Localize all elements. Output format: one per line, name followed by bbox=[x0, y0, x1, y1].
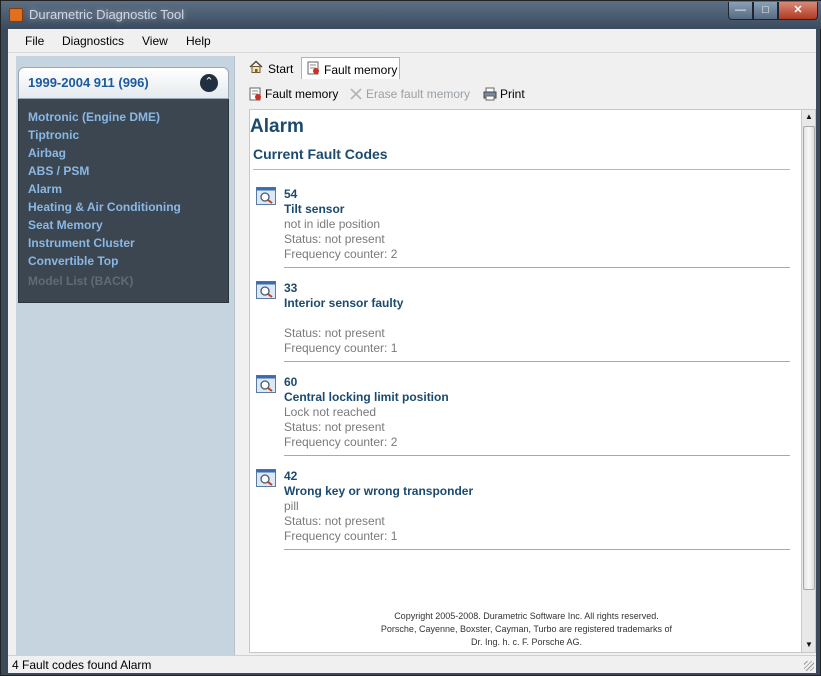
scrollbar-thumb[interactable] bbox=[803, 126, 815, 590]
fault-frequency: Frequency counter: 1 bbox=[284, 529, 398, 543]
magnifier-icon[interactable] bbox=[256, 187, 276, 205]
fault-frequency: Frequency counter: 2 bbox=[284, 435, 398, 449]
module-heating-ac[interactable]: Heating & Air Conditioning bbox=[28, 200, 181, 214]
fault-frequency: Frequency counter: 2 bbox=[284, 247, 398, 261]
print-button-label: Print bbox=[500, 87, 525, 101]
menu-help[interactable]: Help bbox=[186, 34, 211, 48]
fault-entry: 42 Wrong key or wrong transponder pill S… bbox=[253, 467, 790, 561]
module-airbag[interactable]: Airbag bbox=[28, 146, 66, 160]
module-seat-memory[interactable]: Seat Memory bbox=[28, 218, 103, 232]
maximize-button[interactable]: □ bbox=[753, 2, 778, 20]
fault-divider bbox=[284, 549, 790, 550]
fault-frequency: Frequency counter: 1 bbox=[284, 341, 398, 355]
app-icon bbox=[9, 8, 23, 22]
fault-code: 60 bbox=[284, 375, 298, 389]
fault-code: 42 bbox=[284, 469, 298, 483]
scroll-down-arrow-icon[interactable]: ▼ bbox=[802, 638, 816, 652]
fault-memory-button[interactable]: Fault memory bbox=[248, 87, 338, 101]
fault-status: Status: not present bbox=[284, 514, 385, 528]
vertical-scrollbar[interactable]: ▲ ▼ bbox=[802, 109, 816, 653]
module-list: Motronic (Engine DME) Tiptronic Airbag A… bbox=[18, 99, 229, 303]
copyright-notice: Copyright 2005-2008. Durametric Software… bbox=[250, 610, 801, 649]
erase-x-icon bbox=[350, 88, 362, 100]
fault-entry: 54 Tilt sensor not in idle position Stat… bbox=[253, 185, 790, 279]
fault-divider bbox=[284, 361, 790, 362]
printer-icon bbox=[483, 87, 497, 101]
trademark-line: Porsche, Cayenne, Boxster, Cayman, Turbo… bbox=[380, 624, 673, 634]
section-divider bbox=[253, 169, 790, 170]
copyright-line: Copyright 2005-2008. Durametric Software… bbox=[394, 611, 659, 621]
fault-detail: Lock not reached bbox=[284, 405, 377, 419]
module-model-list-back: Model List (BACK) bbox=[28, 274, 134, 288]
navigation-pane: 1999-2004 911 (996) ⌃ Motronic (Engine D… bbox=[16, 56, 235, 655]
resize-grip-icon[interactable] bbox=[804, 661, 814, 671]
tab-fault-memory-label: Fault memory bbox=[324, 63, 398, 77]
menu-diagnostics[interactable]: Diagnostics bbox=[62, 34, 124, 48]
magnifier-icon[interactable] bbox=[256, 469, 276, 487]
magnifier-icon[interactable] bbox=[256, 281, 276, 299]
module-motronic[interactable]: Motronic (Engine DME) bbox=[28, 110, 160, 124]
section-title: Current Fault Codes bbox=[253, 146, 388, 162]
title-bar[interactable]: Durametric Diagnostic Tool — □ ✕ bbox=[1, 1, 821, 29]
erase-fault-memory-label: Erase fault memory bbox=[366, 87, 471, 101]
menu-bar: File Diagnostics View Help bbox=[8, 29, 816, 53]
page-title: Alarm bbox=[250, 116, 304, 137]
tab-fault-memory[interactable]: Fault memory bbox=[301, 57, 400, 79]
tab-start-label: Start bbox=[268, 62, 294, 76]
window-title: Durametric Diagnostic Tool bbox=[29, 7, 185, 22]
fault-status: Status: not present bbox=[284, 326, 385, 340]
fault-memory-icon bbox=[307, 61, 319, 75]
module-instrument-cluster[interactable]: Instrument Cluster bbox=[28, 236, 135, 250]
fault-report-panel: Alarm Current Fault Codes 54 Tilt sensor… bbox=[249, 109, 802, 653]
menu-file[interactable]: File bbox=[25, 34, 44, 48]
toolbar: Fault memory Erase fault memory Print bbox=[243, 83, 816, 105]
status-bar: 4 Fault codes found Alarm bbox=[8, 655, 816, 673]
home-icon bbox=[249, 60, 263, 73]
fault-detail: pill bbox=[284, 499, 299, 513]
close-button[interactable]: ✕ bbox=[778, 2, 818, 20]
module-convertible-top[interactable]: Convertible Top bbox=[28, 254, 118, 268]
fault-code: 33 bbox=[284, 281, 298, 295]
client-area: 1999-2004 911 (996) ⌃ Motronic (Engine D… bbox=[8, 53, 816, 655]
scroll-up-arrow-icon[interactable]: ▲ bbox=[802, 110, 816, 124]
fault-divider bbox=[284, 267, 790, 268]
fault-detail: not in idle position bbox=[284, 217, 381, 231]
fault-status: Status: not present bbox=[284, 232, 385, 246]
module-alarm[interactable]: Alarm bbox=[28, 182, 62, 196]
tab-start[interactable]: Start bbox=[245, 57, 297, 79]
menu-view[interactable]: View bbox=[142, 34, 168, 48]
trademark-owner-line: Dr. Ing. h. c. F. Porsche AG. bbox=[470, 637, 583, 647]
status-text: 4 Fault codes found Alarm bbox=[12, 658, 152, 672]
module-abs-psm[interactable]: ABS / PSM bbox=[28, 164, 89, 178]
fault-entry: 60 Central locking limit position Lock n… bbox=[253, 373, 790, 467]
fault-divider bbox=[284, 455, 790, 456]
print-button[interactable]: Print bbox=[483, 87, 525, 101]
fault-memory-button-label: Fault memory bbox=[265, 87, 339, 101]
fault-name: Tilt sensor bbox=[284, 202, 345, 216]
erase-fault-memory-button[interactable]: Erase fault memory bbox=[349, 87, 470, 101]
minimize-button[interactable]: — bbox=[728, 2, 753, 20]
fault-entry: 33 Interior sensor faulty Status: not pr… bbox=[253, 279, 790, 373]
module-tiptronic[interactable]: Tiptronic bbox=[28, 128, 79, 142]
fault-memory-icon bbox=[249, 87, 261, 101]
app-window: Durametric Diagnostic Tool — □ ✕ File Di… bbox=[0, 0, 821, 676]
fault-code: 54 bbox=[284, 187, 298, 201]
model-header[interactable]: 1999-2004 911 (996) ⌃ bbox=[18, 67, 229, 99]
fault-name: Interior sensor faulty bbox=[284, 296, 404, 310]
fault-name: Central locking limit position bbox=[284, 390, 449, 404]
model-title: 1999-2004 911 (996) bbox=[28, 75, 149, 90]
tab-strip: Start Fault memory bbox=[243, 57, 816, 81]
fault-name: Wrong key or wrong transponder bbox=[284, 484, 474, 498]
collapse-icon[interactable]: ⌃ bbox=[200, 74, 218, 92]
magnifier-icon[interactable] bbox=[256, 375, 276, 393]
fault-status: Status: not present bbox=[284, 420, 385, 434]
